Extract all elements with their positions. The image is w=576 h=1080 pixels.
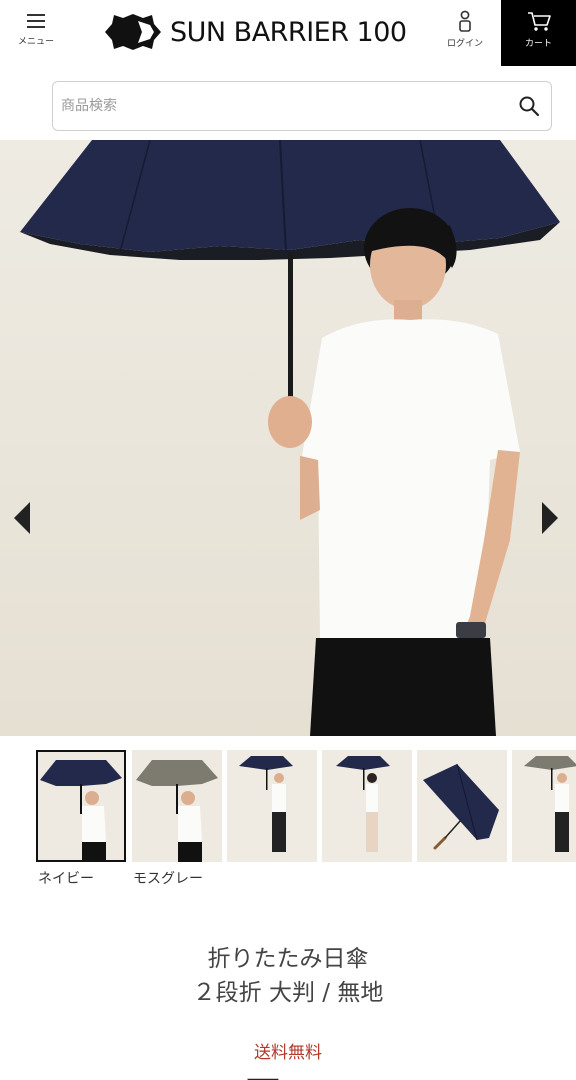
product-title-line1: 折りたたみ日傘 [207, 946, 369, 972]
umbrella-navy-icon [36, 750, 126, 862]
login-label: ログイン [446, 39, 483, 49]
cart-icon [527, 12, 551, 31]
product-price: 16,000円 [100, 1066, 282, 1080]
thumbnail-navy[interactable] [36, 750, 126, 862]
thumbnail-model-woman[interactable] [322, 750, 412, 862]
sun-logo-icon [105, 14, 161, 50]
product-title: 折りたたみ日傘 ２段折 大判 / 無地 [0, 942, 576, 1010]
next-image-arrow-icon[interactable] [538, 498, 562, 538]
user-icon [459, 10, 471, 32]
search-icon[interactable] [517, 94, 541, 118]
model-mossgray-full-icon [512, 750, 576, 862]
model-navy-full-icon [227, 750, 317, 862]
free-shipping-label: 送料無料 [254, 1043, 322, 1063]
thumbnail-umbrella-closed[interactable] [417, 750, 507, 862]
model-with-umbrella-image [0, 140, 576, 736]
brand-name: SUN BARRIER 100 [170, 16, 407, 48]
thumbnail-strip: ネイビー モスグレー [0, 750, 576, 890]
cart-button[interactable]: カート [501, 0, 576, 66]
search-bar [52, 81, 552, 131]
product-title-line2: ２段折 大判 / 無地 [192, 980, 384, 1006]
product-hero-image[interactable] [0, 140, 576, 736]
brand-logo[interactable]: SUN BARRIER 100 [104, 12, 407, 52]
thumbnail-model-navy-full[interactable] [227, 750, 317, 862]
menu-label: メニュー [17, 37, 54, 47]
thumbnail-model-mossgray-full[interactable] [512, 750, 576, 862]
umbrella-closed-icon [417, 750, 507, 862]
site-header: メニュー SUN BARRIER 100 ログイン カート [0, 0, 576, 66]
login-button[interactable]: ログイン [440, 10, 490, 56]
cart-label: カート [524, 39, 552, 49]
model-navy-woman-icon [322, 750, 412, 862]
search-input[interactable] [61, 82, 501, 130]
thumbnail-label-navy: ネイビー [38, 871, 94, 887]
thumbnail-label-mossgray: モスグレー [133, 871, 203, 887]
umbrella-mossgray-icon [132, 750, 222, 862]
thumbnail-mossgray[interactable] [132, 750, 222, 862]
previous-image-arrow-icon[interactable] [10, 498, 34, 538]
menu-button[interactable]: メニュー [8, 10, 64, 56]
hamburger-icon [27, 14, 45, 28]
